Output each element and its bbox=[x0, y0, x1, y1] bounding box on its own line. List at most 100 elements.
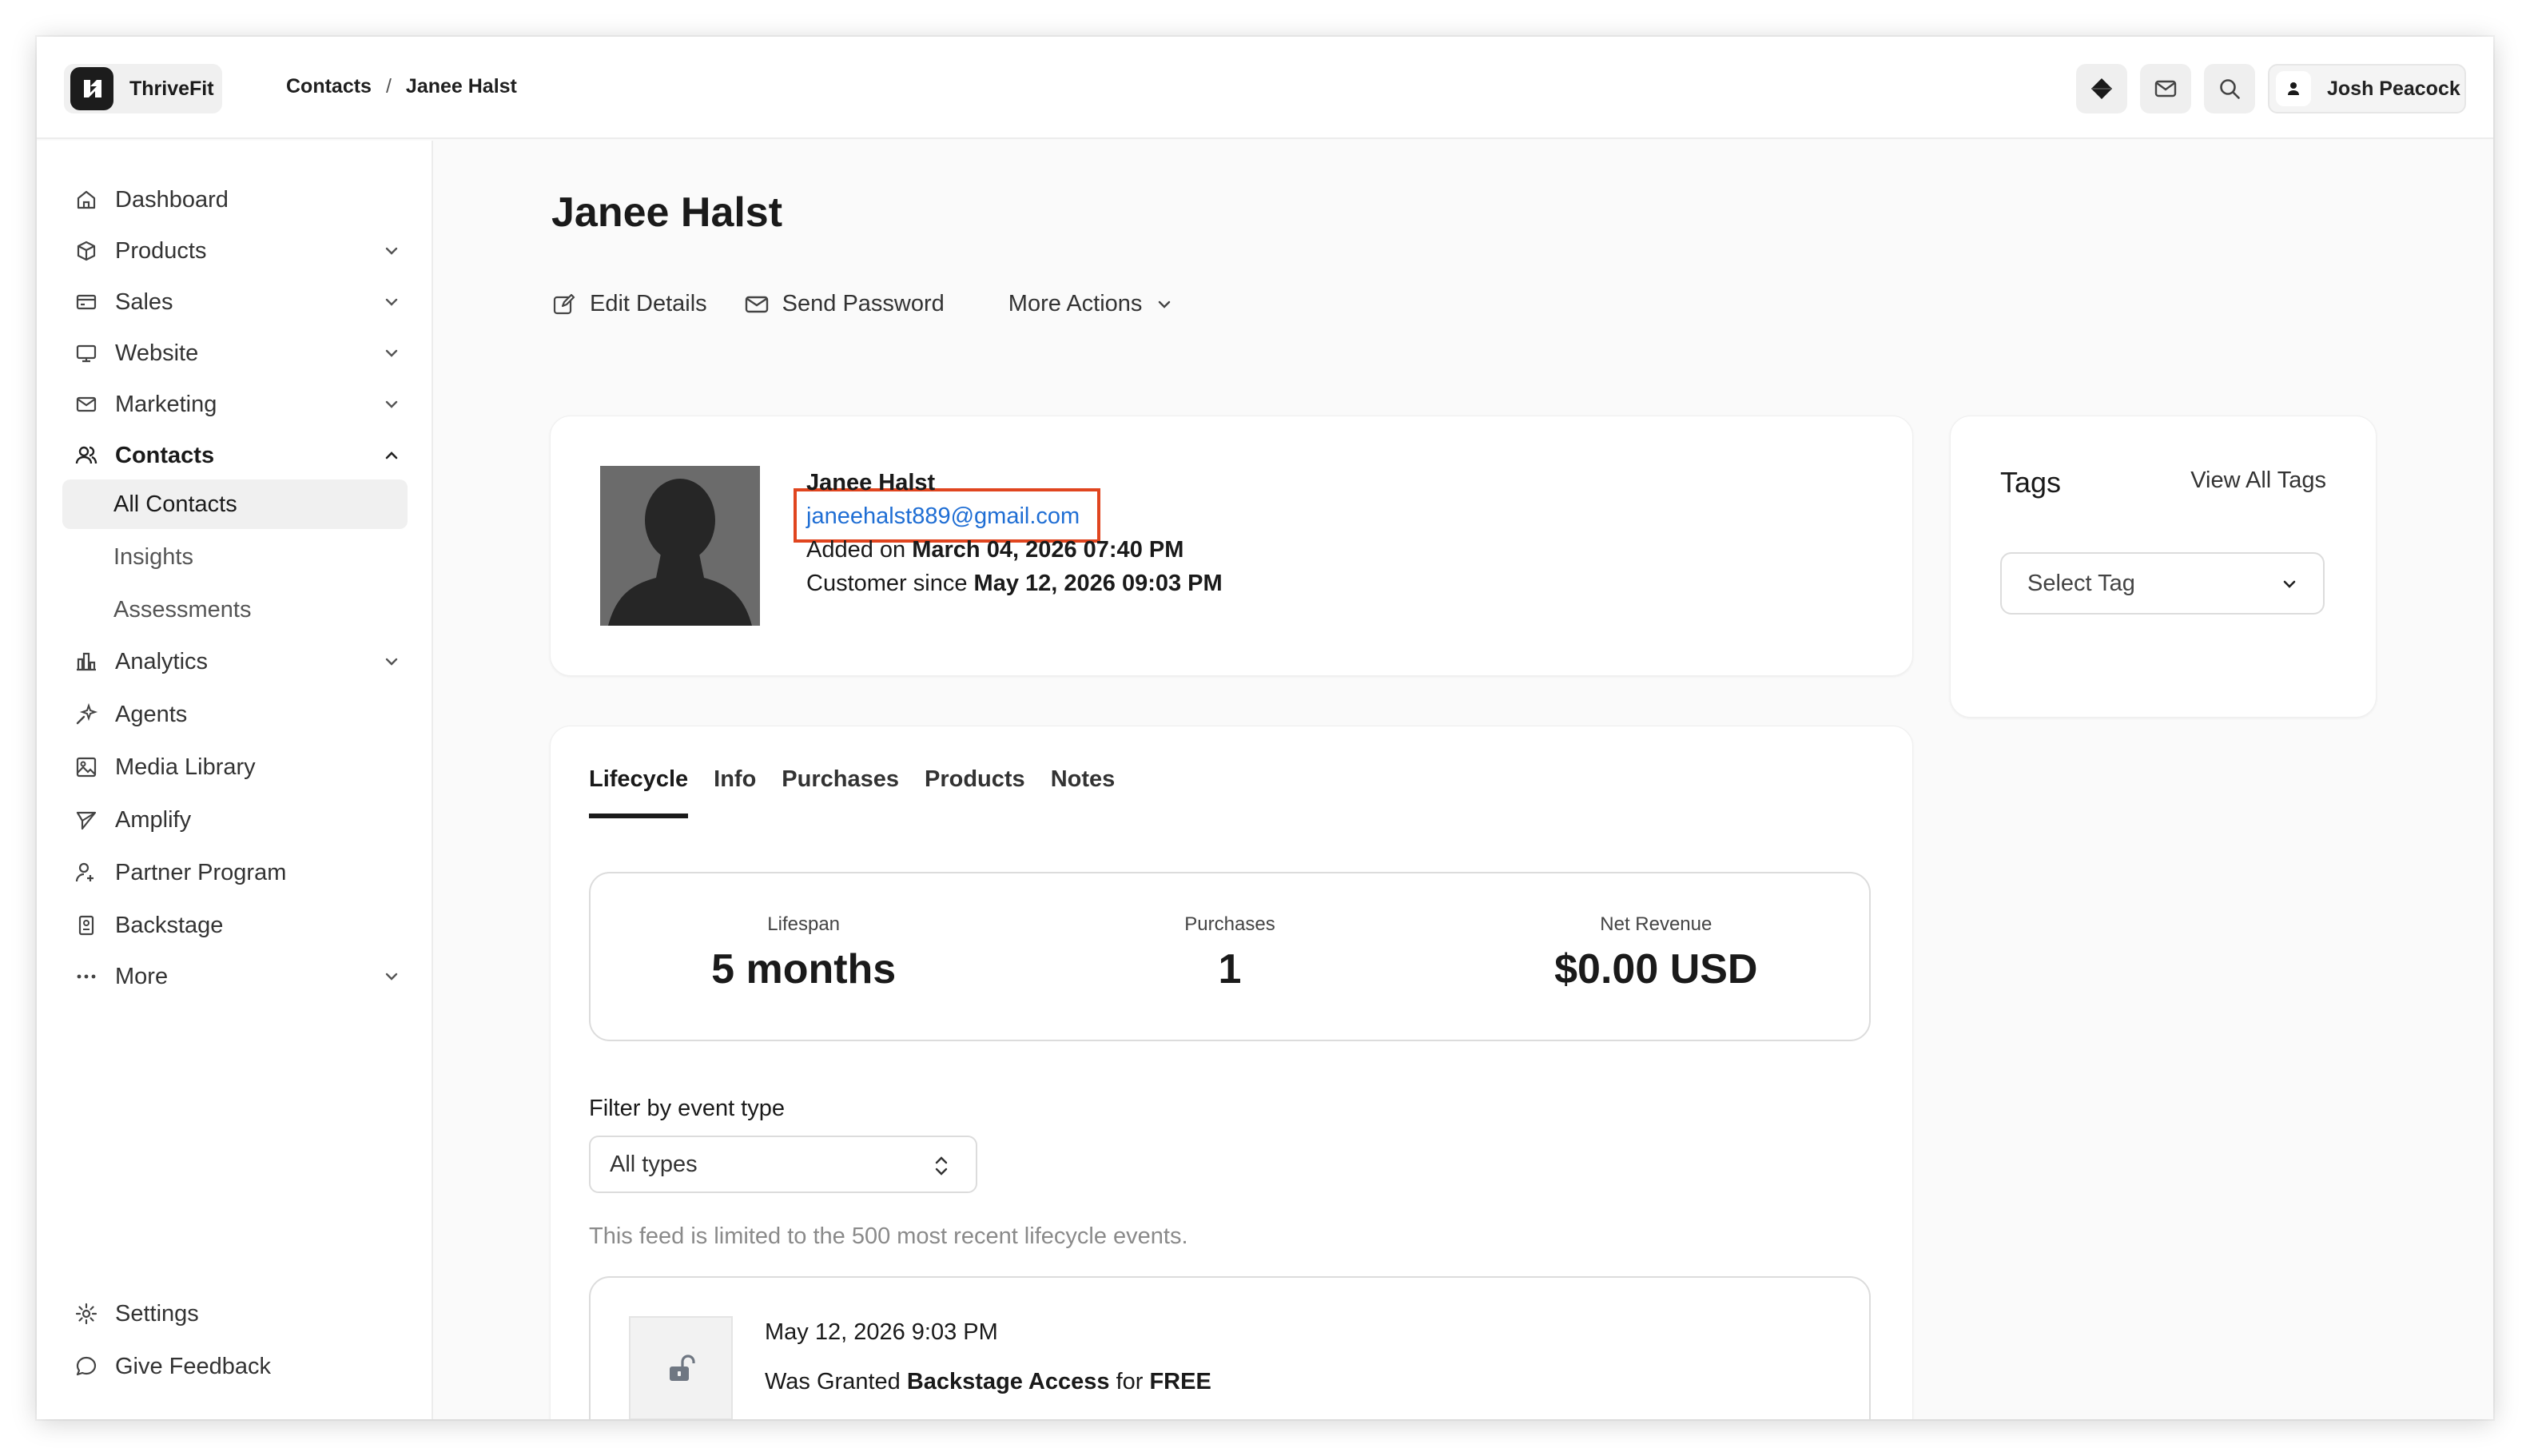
mail-icon bbox=[2154, 80, 2177, 97]
sidebar-item-label: Give Feedback bbox=[115, 1353, 272, 1379]
bar-chart-icon bbox=[77, 652, 96, 671]
tab-purchases[interactable]: Purchases bbox=[782, 766, 899, 818]
users-icon bbox=[75, 446, 97, 464]
sparkle-icon bbox=[76, 702, 98, 725]
user-avatar bbox=[2276, 71, 2311, 106]
customer-since-date: May 12, 2026 09:03 PM bbox=[973, 571, 1223, 596]
stat-label: Purchases bbox=[1184, 913, 1275, 935]
search-button[interactable] bbox=[2204, 64, 2255, 113]
diamond-icon bbox=[2091, 78, 2112, 99]
tab-products[interactable]: Products bbox=[925, 766, 1025, 818]
sidebar-subitem-all-contacts[interactable]: All Contacts bbox=[62, 479, 408, 529]
event-prefix: Was Granted bbox=[765, 1369, 901, 1394]
credit-card-icon bbox=[76, 294, 97, 310]
select-tag-dropdown[interactable]: Select Tag bbox=[2000, 552, 2325, 615]
breadcrumb-separator: / bbox=[385, 75, 392, 97]
mail-icon bbox=[76, 396, 97, 412]
lifecycle-event: May 12, 2026 9:03 PM Was Granted Backsta… bbox=[589, 1276, 1871, 1419]
event-type-value: All types bbox=[610, 1151, 698, 1177]
edit-details-button[interactable]: Edit Details bbox=[551, 291, 707, 317]
image-icon bbox=[76, 757, 97, 778]
partner-icon bbox=[75, 862, 93, 882]
top-actions: Josh Peacock bbox=[2076, 64, 2466, 113]
sidebar-item-backstage[interactable]: Backstage bbox=[62, 901, 408, 949]
tab-info[interactable]: Info bbox=[714, 766, 756, 818]
app-window: ThriveFit Contacts / Janee Halst Josh Pe… bbox=[37, 37, 2493, 1419]
sidebar-item-label: Settings bbox=[115, 1300, 199, 1327]
tags-card: Tags View All Tags Select Tag bbox=[1950, 416, 2377, 718]
sidebar: Dashboard Products Sales Website Marketi… bbox=[37, 141, 433, 1419]
sidebar-item-contacts[interactable]: Contacts bbox=[62, 432, 408, 479]
chevron-down-icon bbox=[2283, 580, 2296, 588]
breadcrumb-contacts-link[interactable]: Contacts bbox=[286, 75, 372, 98]
sidebar-subitem-assessments[interactable]: Assessments bbox=[62, 585, 408, 635]
event-price: FREE bbox=[1149, 1369, 1211, 1394]
contact-tabs: Lifecycle Info Purchases Products Notes bbox=[589, 766, 1115, 818]
inbox-button[interactable] bbox=[2140, 64, 2191, 113]
sidebar-item-give-feedback[interactable]: Give Feedback bbox=[62, 1343, 408, 1390]
sidebar-item-label: Marketing bbox=[115, 391, 217, 417]
chevron-down-icon bbox=[385, 349, 398, 357]
brand-name: ThriveFit bbox=[129, 77, 214, 100]
contact-email-link[interactable]: janeehalst889@gmail.com bbox=[806, 499, 1223, 533]
sidebar-item-amplify[interactable]: Amplify bbox=[62, 796, 408, 844]
chevron-down-icon bbox=[385, 658, 398, 666]
tab-lifecycle[interactable]: Lifecycle bbox=[589, 766, 689, 818]
send-password-button[interactable]: Send Password bbox=[744, 291, 945, 317]
customer-since-line: Customer since May 12, 2026 09:03 PM bbox=[806, 567, 1223, 600]
sidebar-item-dashboard[interactable]: Dashboard bbox=[62, 176, 408, 224]
sidebar-item-label: Analytics bbox=[115, 648, 209, 674]
chevron-down-icon bbox=[1159, 300, 1171, 308]
event-type-select[interactable]: All types bbox=[589, 1136, 977, 1193]
box-icon bbox=[77, 241, 96, 261]
stat-net-revenue: Net Revenue $0.00 USD bbox=[1443, 873, 1869, 1040]
sidebar-item-more[interactable]: More bbox=[62, 953, 408, 1001]
sidebar-item-label: Dashboard bbox=[115, 186, 229, 213]
sidebar-item-media-library[interactable]: Media Library bbox=[62, 743, 408, 791]
unlock-icon bbox=[670, 1355, 695, 1381]
sidebar-item-marketing[interactable]: Marketing bbox=[62, 380, 408, 428]
feed-limit-note: This feed is limited to the 500 most rec… bbox=[589, 1223, 1188, 1249]
profile-card: Janee Halst janeehalst889@gmail.com Adde… bbox=[550, 416, 1913, 676]
stat-label: Net Revenue bbox=[1600, 913, 1713, 935]
stat-value: $0.00 USD bbox=[1554, 946, 1758, 993]
profile-details: Janee Halst janeehalst889@gmail.com Adde… bbox=[806, 466, 1223, 600]
gear-icon bbox=[75, 1303, 97, 1325]
sidebar-item-website[interactable]: Website bbox=[62, 329, 408, 377]
sidebar-item-partner-program[interactable]: Partner Program bbox=[62, 849, 408, 897]
sidebar-item-agents[interactable]: Agents bbox=[62, 690, 408, 738]
tab-notes[interactable]: Notes bbox=[1051, 766, 1116, 818]
more-actions-label: More Actions bbox=[1008, 291, 1143, 316]
unlock-icon-box bbox=[629, 1316, 733, 1419]
view-all-tags-link[interactable]: View All Tags bbox=[2190, 467, 2326, 494]
upgrade-button[interactable] bbox=[2076, 64, 2127, 113]
sidebar-item-sales[interactable]: Sales bbox=[62, 278, 408, 326]
user-name: Josh Peacock bbox=[2327, 77, 2460, 100]
added-on-line: Added on March 04, 2026 07:40 PM bbox=[806, 533, 1223, 567]
contact-name: Janee Halst bbox=[806, 470, 936, 495]
chevron-up-down-icon bbox=[935, 1156, 948, 1176]
sidebar-item-settings[interactable]: Settings bbox=[62, 1290, 408, 1338]
sidebar-item-products[interactable]: Products bbox=[62, 227, 408, 275]
sidebar-item-label: More bbox=[115, 963, 169, 989]
more-actions-button[interactable]: More Actions bbox=[1008, 291, 1175, 317]
user-icon bbox=[2288, 82, 2299, 95]
user-menu-button[interactable]: Josh Peacock bbox=[2268, 64, 2466, 113]
chevron-up-icon bbox=[385, 452, 398, 459]
chat-bubble-icon bbox=[76, 1356, 97, 1376]
edit-details-label: Edit Details bbox=[590, 291, 707, 316]
home-icon bbox=[77, 190, 96, 209]
sidebar-item-analytics[interactable]: Analytics bbox=[62, 638, 408, 686]
sidebar-item-label: Agents bbox=[115, 701, 188, 727]
breadcrumb: Contacts / Janee Halst bbox=[286, 75, 517, 98]
brand-switcher[interactable]: ThriveFit bbox=[64, 64, 222, 113]
stat-label: Lifespan bbox=[767, 913, 841, 935]
sidebar-item-label: Products bbox=[115, 237, 207, 264]
send-password-label: Send Password bbox=[782, 291, 945, 316]
monitor-icon bbox=[76, 344, 97, 363]
filter-label: Filter by event type bbox=[589, 1096, 785, 1121]
chevron-down-icon bbox=[385, 298, 398, 306]
more-dots-icon bbox=[77, 974, 96, 979]
sidebar-item-label: Website bbox=[115, 340, 199, 366]
sidebar-subitem-insights[interactable]: Insights bbox=[62, 532, 408, 582]
